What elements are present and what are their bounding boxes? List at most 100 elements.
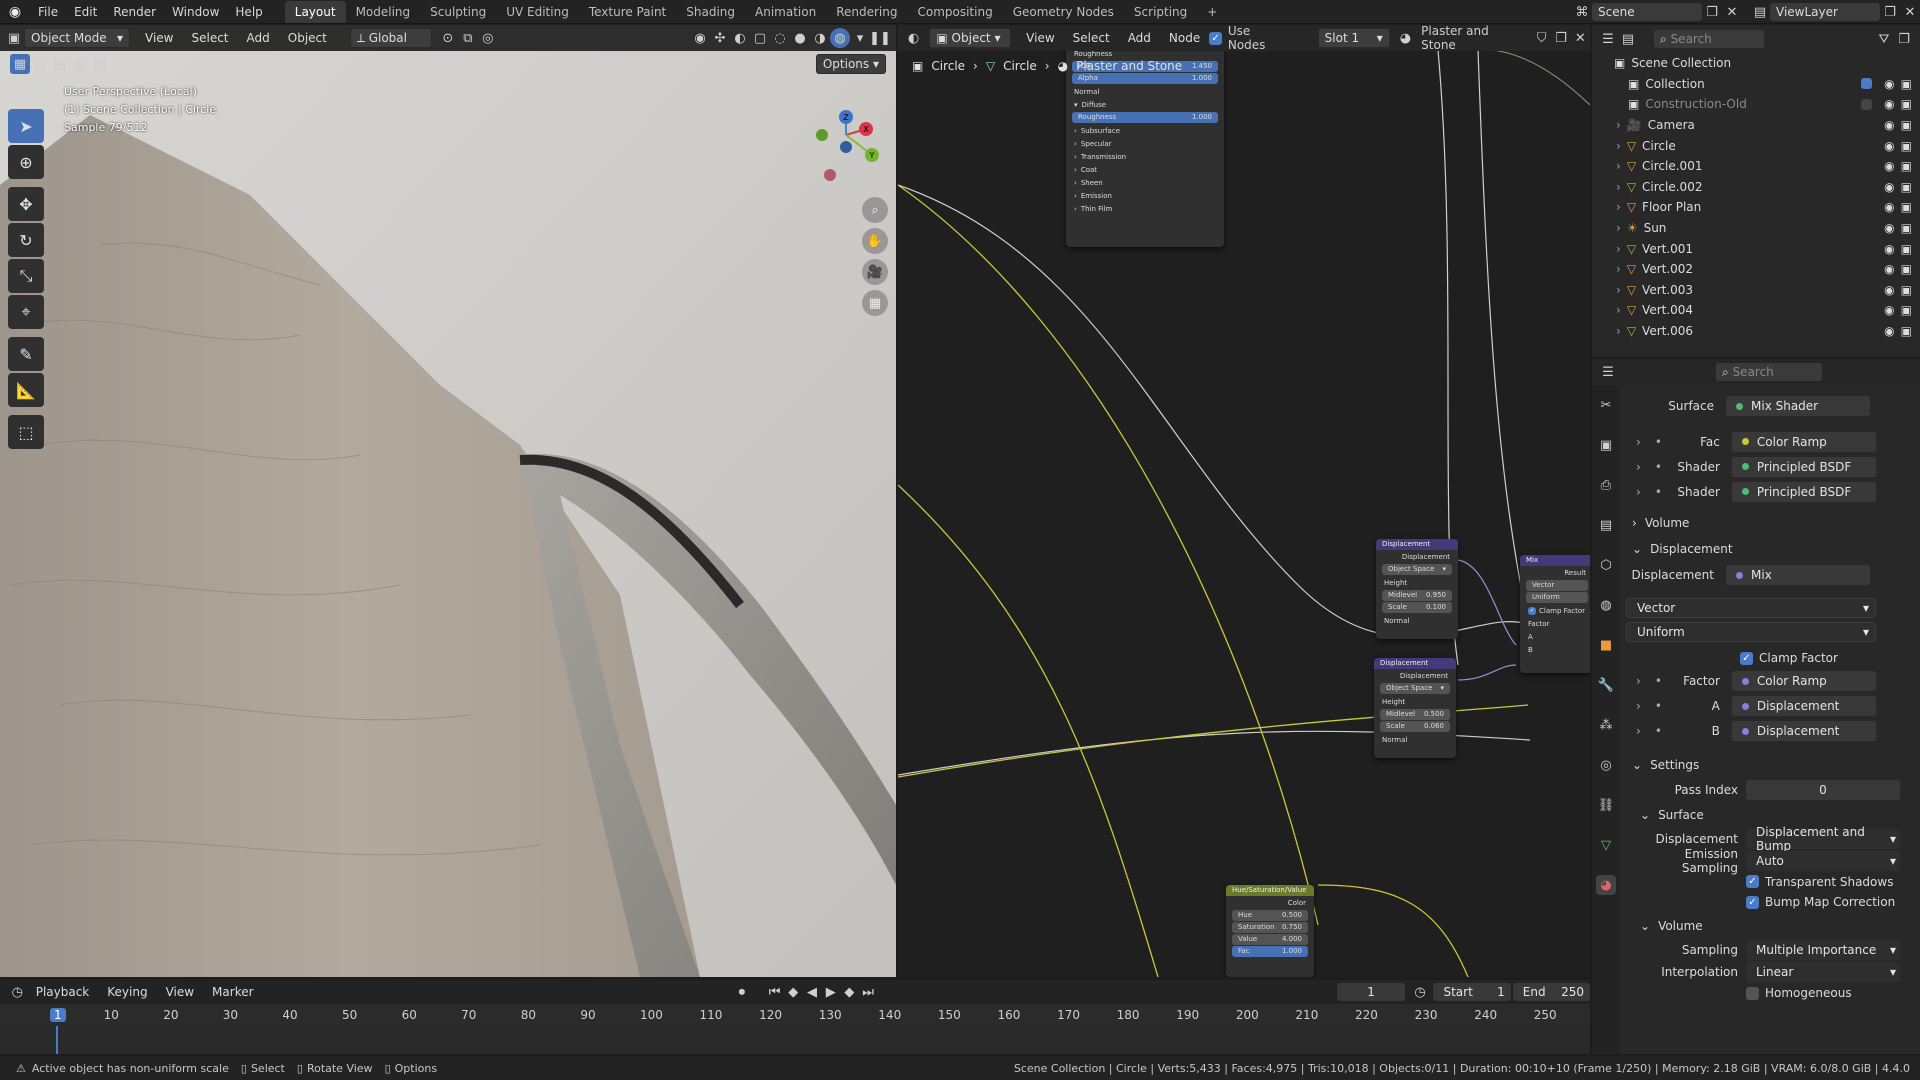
ne-menu-add[interactable]: Add (1119, 31, 1160, 45)
transform-tool-icon[interactable]: ⌖ (8, 295, 44, 329)
jump-start-icon[interactable]: ⏮ (765, 982, 784, 1002)
camera-render-icon[interactable]: ▣ (1901, 324, 1912, 338)
rotate-tool-icon[interactable]: ↻ (8, 223, 44, 257)
displacement-field[interactable]: Mix (1726, 565, 1870, 585)
outliner-item[interactable]: ▣ Construction-Old ◉ ▣ (1592, 94, 1920, 115)
viewlayer-field[interactable]: ViewLayer (1770, 3, 1880, 21)
interpolation-dropdown[interactable]: Linear ▾ (1746, 961, 1900, 982)
tool-tab-icon[interactable]: ✂ (1596, 395, 1616, 415)
new-collection-icon[interactable]: ❐ (1894, 29, 1914, 49)
shader-type-dropdown[interactable]: ▣ Object ▾ (929, 28, 1012, 48)
hue-saturation-value-node[interactable]: Hue/Saturation/Value Color Hue 0.500 Satu… (1226, 885, 1314, 977)
ne-menu-select[interactable]: Select (1064, 31, 1119, 45)
gizmo-icon[interactable]: ✣ (710, 28, 730, 48)
clamp-factor-checkbox[interactable]: ✓ (1528, 606, 1536, 615)
select-intersect-icon[interactable]: ▤ (90, 54, 110, 74)
shading-material-icon[interactable]: ◑ (810, 28, 830, 48)
outliner-item[interactable]: › ▽ Circle ◉ ▣ (1592, 135, 1920, 156)
expand-icon[interactable]: › (1636, 460, 1641, 474)
camera-render-icon[interactable]: ▣ (1901, 118, 1912, 132)
homogeneous-checkbox[interactable] (1746, 986, 1759, 1000)
expand-icon[interactable]: › (1616, 139, 1621, 153)
volume-sampling-dropdown[interactable]: Multiple Importance ▾ (1746, 939, 1900, 960)
shading-wireframe-icon[interactable]: ◌ (770, 28, 790, 48)
surface-shader-field[interactable]: Mix Shader (1726, 396, 1870, 416)
ortho-toggle-icon[interactable]: ▦ (862, 290, 888, 316)
vp-menu-add[interactable]: Add (238, 31, 279, 45)
timeline-menu-keying[interactable]: Keying (98, 985, 156, 999)
outliner-type-icon[interactable]: ☰ (1598, 29, 1618, 49)
expand-icon[interactable]: › (1616, 159, 1621, 173)
shader-input-field[interactable]: Color Ramp (1731, 431, 1876, 452)
use-nodes-checkbox[interactable]: ✓ (1209, 31, 1222, 45)
zoom-icon[interactable]: ⌕ (862, 197, 888, 223)
properties-search[interactable]: ⌕ Search (1716, 363, 1822, 381)
vp-menu-object[interactable]: Object (279, 31, 336, 45)
principled-bsdf-node[interactable]: Roughness IOR 1.450 Alpha 1.000 Normal ▾ D… (1066, 47, 1224, 247)
physics-tab-icon[interactable]: ◎ (1596, 755, 1616, 775)
tab-animation[interactable]: Animation (745, 1, 826, 23)
shader-node-editor[interactable]: ◐ ▣ Object ▾ View Select Add Node ✓ Use … (898, 25, 1590, 977)
autokey-icon[interactable]: ⏺ (733, 982, 752, 1002)
play-reverse-icon[interactable]: ◀ (803, 982, 822, 1002)
outliner-item[interactable]: ▣ Collection ◉ ▣ (1592, 74, 1920, 95)
view-layer-tab-icon[interactable]: ▤ (1596, 515, 1616, 535)
camera-render-icon[interactable]: ▣ (1901, 200, 1912, 214)
menu-edit[interactable]: Edit (66, 0, 105, 24)
clamp-factor-checkbox[interactable]: ✓ (1740, 651, 1753, 665)
scene-tab-icon[interactable]: ⬡ (1596, 555, 1616, 575)
timeline-type-icon[interactable]: ◷ (8, 982, 27, 1002)
select-subtract-icon[interactable]: ▨ (50, 54, 70, 74)
timeline-track-area[interactable] (0, 1026, 1590, 1054)
scene-collection-row[interactable]: ▣ Scene Collection (1592, 53, 1920, 74)
shader-input-field[interactable]: Principled BSDF (1731, 456, 1876, 477)
frame-ruler[interactable]: 1 10 20 30 40 50 60 70 80 90 100 110 120 130 140 150 160… (0, 1004, 1590, 1026)
select-tool-icon[interactable]: ➤ (8, 109, 44, 143)
exclude-checkbox[interactable] (1861, 78, 1873, 90)
eye-icon[interactable]: ◉ (1884, 180, 1894, 194)
eye-icon[interactable]: ◉ (1884, 77, 1894, 91)
volume-settings-header[interactable]: ⌄ Volume (1626, 913, 1916, 939)
eye-icon[interactable]: ◉ (1884, 200, 1894, 214)
bump-map-correction-checkbox[interactable]: ✓ (1746, 895, 1759, 909)
jump-keyframe-forward-icon[interactable]: ◆ (840, 982, 859, 1002)
expand-icon[interactable]: › (1616, 221, 1621, 235)
modifier-tab-icon[interactable]: 🔧 (1596, 675, 1616, 695)
add-workspace-icon[interactable]: + (1197, 1, 1227, 23)
node-editor-type-icon[interactable]: ◐ (904, 28, 923, 48)
displacement-node-1[interactable]: Displacement Displacement Object Space ▾ … (1376, 539, 1458, 639)
transform-orientation[interactable]: ⟂ Global (349, 28, 432, 48)
move-tool-icon[interactable]: ✥ (8, 187, 44, 221)
duplicate-material-icon[interactable]: ❐ (1551, 28, 1570, 48)
settings-panel-header[interactable]: ⌄ Settings (1626, 752, 1916, 778)
navigation-gizmo[interactable]: X Y Z (812, 95, 888, 185)
tab-uv-editing[interactable]: UV Editing (496, 1, 579, 23)
scene-field[interactable]: Scene (1592, 3, 1702, 21)
shader-input-field[interactable]: Principled BSDF (1731, 481, 1876, 502)
data-tab-icon[interactable]: ▽ (1596, 835, 1616, 855)
outliner-item[interactable]: › ▽ Vert.002 ◉ ▣ (1592, 259, 1920, 280)
tab-compositing[interactable]: Compositing (907, 1, 1002, 23)
measure-tool-icon[interactable]: 📐 (8, 373, 44, 407)
camera-render-icon[interactable]: ▣ (1901, 303, 1912, 317)
proportional-icon[interactable]: ◎ (478, 28, 498, 48)
expand-icon[interactable]: › (1636, 674, 1641, 688)
expand-icon[interactable]: › (1636, 485, 1641, 499)
pass-index-field[interactable]: 0 (1746, 779, 1900, 800)
camera-render-icon[interactable]: ▣ (1901, 180, 1912, 194)
mix-data-type-dropdown[interactable]: Vector ▾ (1626, 598, 1876, 618)
eye-icon[interactable]: ◉ (1884, 221, 1894, 235)
expand-icon[interactable]: › (1616, 200, 1621, 214)
play-icon[interactable]: ▶ (821, 982, 840, 1002)
render-tab-icon[interactable]: ▣ (1596, 435, 1616, 455)
pause-render-icon[interactable]: ❚❚ (869, 28, 891, 48)
camera-render-icon[interactable]: ▣ (1901, 283, 1912, 297)
jump-keyframe-back-icon[interactable]: ◆ (784, 982, 803, 1002)
expand-icon[interactable]: › (1636, 435, 1641, 449)
timeline-menu-marker[interactable]: Marker (203, 985, 262, 999)
timeline-menu-view[interactable]: View (157, 985, 203, 999)
pivot-icon[interactable]: ⊙ (438, 28, 458, 48)
material-tab-icon[interactable]: ◕ (1596, 875, 1616, 895)
tab-shading[interactable]: Shading (676, 1, 745, 23)
start-frame-field[interactable]: Start 1 (1433, 983, 1511, 1001)
